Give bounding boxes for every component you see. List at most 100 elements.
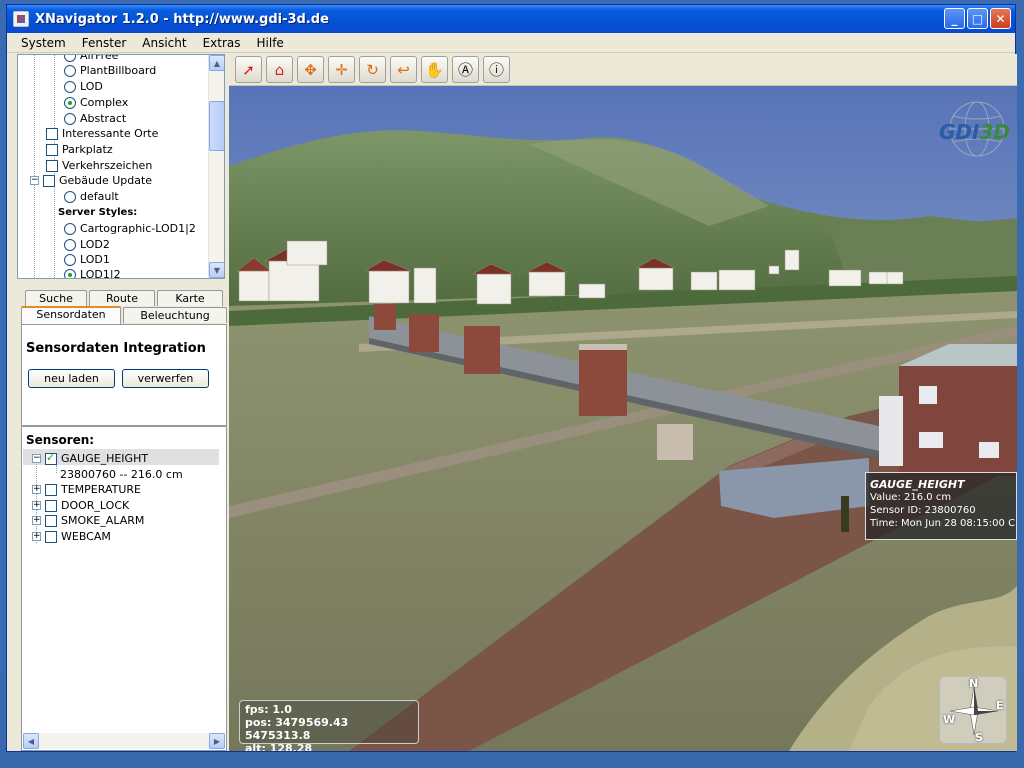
tree-item-lod1-2[interactable]: LOD1|2	[64, 267, 121, 278]
expand-icon[interactable]: +	[32, 485, 41, 494]
move-icon[interactable]: ✛	[328, 56, 355, 83]
tooltip-title: GAUGE_HEIGHT	[870, 478, 965, 491]
radio-selected-icon[interactable]	[64, 268, 76, 278]
tab-beleuchtung[interactable]: Beleuchtung	[123, 307, 227, 323]
sensor-item-gauge-height[interactable]: − GAUGE_HEIGHT	[32, 451, 148, 466]
sensor-child-reading[interactable]: 23800760 -- 216.0 cm	[60, 467, 183, 482]
tree-item-complex[interactable]: Complex	[64, 95, 128, 110]
tree-item-abstract[interactable]: Abstract	[64, 111, 126, 126]
title-bar[interactable]: XNavigator 1.2.0 - http://www.gdi-3d.de …	[7, 5, 1015, 33]
compass-widget[interactable]: N E S W	[939, 676, 1007, 744]
sensor-item-smoke-alarm[interactable]: + SMOKE_ALARM	[32, 513, 144, 528]
sensor-integration-panel: Sensordaten Integration neu laden verwer…	[21, 324, 227, 426]
hand-icon[interactable]: ✋	[421, 56, 448, 83]
turn-icon[interactable]: ↩	[390, 56, 417, 83]
radio-icon[interactable]	[64, 190, 76, 203]
tree-item-parkplatz[interactable]: Parkplatz	[46, 142, 113, 157]
sensor-hscrollbar[interactable]: ◀ ▶	[23, 733, 225, 749]
tree-item-label: LOD	[80, 80, 103, 93]
sensor-item-webcam[interactable]: + WEBCAM	[32, 529, 111, 544]
radio-icon[interactable]	[64, 64, 76, 77]
logo-gdi: GDI	[939, 120, 980, 144]
logo-3d: 3D	[979, 120, 1010, 144]
tree-item-verkehrszeichen[interactable]: Verkehrszeichen	[46, 158, 152, 173]
checkbox[interactable]	[45, 483, 57, 496]
expand-icon[interactable]: +	[32, 532, 41, 541]
menu-extras[interactable]: Extras	[193, 36, 247, 50]
tree-item-label: Interessante Orte	[62, 127, 159, 140]
tree-item-lod2[interactable]: LOD2	[64, 237, 110, 252]
tree-item-cartographic[interactable]: Cartographic-LOD1|2	[64, 221, 196, 236]
scroll-down-button[interactable]: ▼	[209, 262, 224, 278]
expand-icon[interactable]: +	[32, 501, 41, 510]
tree-item-interessante-orte[interactable]: Interessante Orte	[46, 126, 158, 141]
menu-fenster[interactable]: Fenster	[72, 36, 133, 50]
tree-item-gebaeude-update[interactable]: − Gebäude Update	[30, 173, 152, 188]
close-button[interactable]: ✕	[990, 8, 1011, 29]
tab-suche[interactable]: Suche	[25, 290, 87, 306]
checkbox[interactable]	[45, 514, 57, 527]
sensor-label: SMOKE_ALARM	[61, 514, 145, 527]
radio-icon[interactable]	[64, 55, 76, 62]
maximize-button[interactable]: □	[967, 8, 988, 29]
layer-tree[interactable]: AirFree PlantBillboard LOD Complex Abstr…	[17, 54, 225, 279]
tree-scrollbar[interactable]: ▲ ▼	[208, 55, 224, 278]
checkbox[interactable]	[46, 127, 58, 140]
render-stats: fps: 1.0 pos: 3479569.43 5475313.8 alt: …	[239, 700, 419, 751]
radio-icon[interactable]	[64, 238, 76, 251]
tab-route[interactable]: Route	[89, 290, 155, 306]
rotate-icon[interactable]: ↻	[359, 56, 386, 83]
checkbox[interactable]	[45, 499, 57, 512]
checkbox-checked[interactable]	[45, 451, 57, 465]
reload-button[interactable]: neu laden	[28, 369, 115, 388]
menu-system[interactable]: System	[7, 36, 72, 50]
scroll-left-button[interactable]: ◀	[23, 733, 39, 749]
checkbox[interactable]	[43, 174, 55, 187]
navigation-toolbar: ➚ ⌂ ✥ ✛ ↻ ↩ ✋ Ⓐ ⓘ	[229, 54, 1017, 86]
3d-viewport[interactable]: GDI3D GAUGE_HEIGHT Value: 216.0 cm Senso…	[229, 86, 1017, 751]
info-icon[interactable]: ⓘ	[483, 56, 510, 83]
sensors-heading: Sensoren:	[26, 433, 95, 447]
sensor-item-temperature[interactable]: + TEMPERATURE	[32, 482, 141, 497]
walk-icon[interactable]: ⌂	[266, 56, 293, 83]
tab-sensordaten[interactable]: Sensordaten	[21, 306, 121, 324]
tree-item-plantbillboard[interactable]: PlantBillboard	[64, 63, 156, 78]
radio-selected-icon[interactable]	[64, 96, 76, 109]
collapse-icon[interactable]: −	[30, 176, 39, 185]
scroll-up-button[interactable]: ▲	[209, 55, 224, 71]
scroll-thumb[interactable]	[209, 101, 224, 151]
compass-n: N	[969, 677, 979, 690]
tooltip-sensor-id: Sensor ID: 23800760	[870, 505, 976, 516]
annotation-icon[interactable]: Ⓐ	[452, 56, 479, 83]
pan-icon[interactable]: ✥	[297, 56, 324, 83]
sensor-label: WEBCAM	[61, 530, 111, 543]
sensor-item-door-lock[interactable]: + DOOR_LOCK	[32, 498, 129, 513]
menu-hilfe[interactable]: Hilfe	[247, 36, 290, 50]
compass-e: E	[996, 699, 1004, 712]
checkbox[interactable]	[45, 530, 57, 543]
discard-button[interactable]: verwerfen	[122, 369, 209, 388]
collapse-icon[interactable]: −	[32, 454, 41, 463]
radio-icon[interactable]	[64, 80, 76, 93]
radio-icon[interactable]	[64, 222, 76, 235]
tree-item-lod1[interactable]: LOD1	[64, 252, 110, 267]
tree-item-label: Gebäude Update	[59, 174, 153, 187]
expand-icon[interactable]: +	[32, 516, 41, 525]
scroll-right-button[interactable]: ▶	[209, 733, 225, 749]
tree-item-lod[interactable]: LOD	[64, 79, 103, 94]
panel-title: Sensordaten Integration	[26, 341, 206, 356]
app-icon	[13, 11, 29, 27]
heading-label: Server Styles:	[58, 207, 138, 218]
checkbox[interactable]	[46, 159, 58, 172]
tab-karte[interactable]: Karte	[157, 290, 223, 306]
tree-item-default[interactable]: default	[64, 189, 119, 204]
tree-item-label: PlantBillboard	[80, 64, 157, 77]
fly-icon[interactable]: ➚	[235, 56, 262, 83]
radio-icon[interactable]	[64, 253, 76, 266]
checkbox[interactable]	[46, 143, 58, 156]
menu-ansicht[interactable]: Ansicht	[132, 36, 192, 50]
minimize-button[interactable]: _	[944, 8, 965, 29]
tree-item-partial[interactable]: AirFree	[64, 54, 119, 63]
radio-icon[interactable]	[64, 112, 76, 125]
tree-item-label: AirFree	[80, 54, 119, 62]
